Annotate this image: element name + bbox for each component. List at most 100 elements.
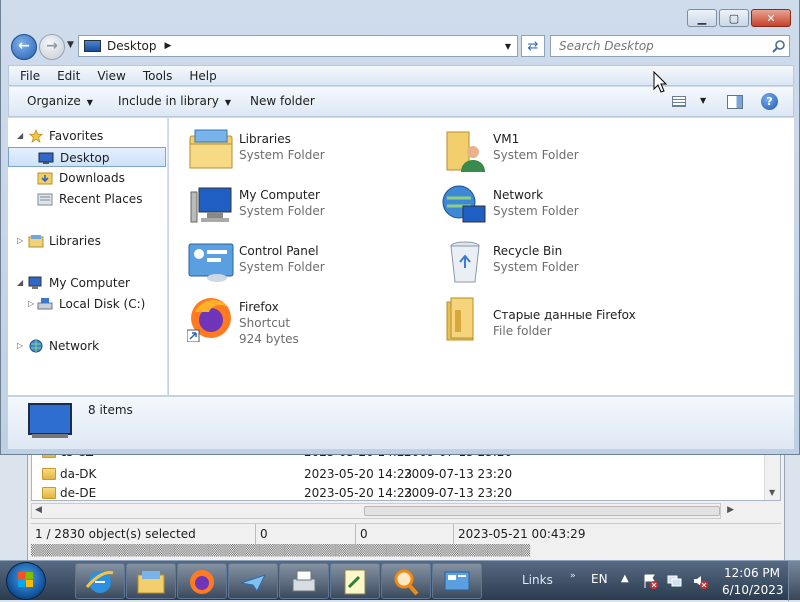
firefox-icon xyxy=(187,298,231,342)
close-button[interactable]: ✕ xyxy=(751,9,791,27)
show-desktop-button[interactable] xyxy=(788,561,800,601)
sidebar-item-favorites[interactable]: ◢ Favorites xyxy=(8,126,166,146)
fax-printer-icon xyxy=(292,570,316,592)
links-chevron-icon[interactable]: » xyxy=(570,571,576,581)
sidebar-item-libraries[interactable]: ▷ Libraries xyxy=(8,231,166,251)
back-button[interactable]: ← xyxy=(11,34,37,60)
new-folder-button[interactable]: New folder xyxy=(250,94,315,108)
command-bar: Organize ▼ Include in library ▼ New folder… xyxy=(8,87,794,117)
list-item[interactable]: Libraries System Folder xyxy=(187,126,427,178)
clock-time[interactable]: 12:06 PM xyxy=(724,566,780,580)
network-icon xyxy=(442,185,486,223)
language-indicator[interactable]: EN xyxy=(591,572,608,586)
taskbar-remote-desktop[interactable] xyxy=(432,563,482,599)
action-center-flag-icon[interactable] xyxy=(642,573,658,589)
menu-edit[interactable]: Edit xyxy=(46,69,86,83)
sidebar-item-network[interactable]: ▷ Network xyxy=(8,336,166,356)
archive-file-list[interactable]: cs-CZ 2023-05-20 14:23 2009-07-13 23:20 … xyxy=(31,449,781,501)
menu-tools[interactable]: Tools xyxy=(132,69,179,83)
navigation-pane: ◢ Favorites Desktop Downloads Recent Pla… xyxy=(8,118,168,395)
windows-logo-icon xyxy=(18,572,33,587)
taskbar-notepad-plus[interactable] xyxy=(330,563,380,599)
file-explorer-icon xyxy=(137,571,165,594)
help-icon[interactable]: ? xyxy=(761,93,778,110)
recent-pages-dropdown[interactable]: ▼ xyxy=(67,40,74,50)
taskbar-search-app[interactable] xyxy=(381,563,431,599)
sidebar-item-downloads[interactable]: Downloads xyxy=(8,168,166,188)
menu-file[interactable]: File xyxy=(9,69,46,83)
search-icon[interactable] xyxy=(771,39,787,55)
table-row[interactable]: da-DK 2023-05-20 14:23 2009-07-13 23:20 xyxy=(32,464,772,484)
minimize-button[interactable]: ▁ xyxy=(687,9,717,27)
sidebar-item-recent-places[interactable]: Recent Places xyxy=(8,189,166,209)
folder-icon xyxy=(42,487,56,499)
scroll-down-icon[interactable]: ▼ xyxy=(769,488,775,497)
folder-icon xyxy=(42,468,56,480)
chevron-down-icon: ▼ xyxy=(224,98,232,107)
list-item[interactable]: Старые данные Firefox File folder xyxy=(441,294,681,346)
expand-arrow-icon[interactable]: ▷ xyxy=(17,231,23,251)
address-text[interactable]: Desktop xyxy=(107,39,157,53)
volume-muted-icon[interactable] xyxy=(692,573,708,589)
details-pane: 8 items xyxy=(8,396,794,449)
desktop-icon xyxy=(84,40,101,52)
desktop-icon xyxy=(28,403,72,438)
computer-icon xyxy=(190,187,232,223)
recycle-bin-icon xyxy=(450,241,480,283)
list-item[interactable]: Network System Folder xyxy=(441,182,681,234)
chevron-down-icon: ▼ xyxy=(700,96,707,105)
scrollbar-thumb[interactable] xyxy=(364,506,720,516)
taskbar-firefox[interactable] xyxy=(177,563,227,599)
collapse-arrow-icon[interactable]: ◢ xyxy=(17,126,23,146)
forward-button[interactable]: → xyxy=(39,34,65,60)
organize-button[interactable]: Organize ▼ xyxy=(27,94,93,108)
include-in-library-button[interactable]: Include in library ▼ xyxy=(118,94,231,108)
window-controls: ▁ ▢ ✕ xyxy=(685,9,791,27)
vertical-scrollbar[interactable]: ▼ xyxy=(764,450,780,500)
archive-status-bar: 1 / 2830 object(s) selected 0 0 2023-05-… xyxy=(31,523,781,544)
background-window-edge: ▒▒▒▒▒▒▒▒▒▒▒▒▒▒▒▒▒▒▒▒▒▒▒▒▒▒▒▒▒▒▒▒▒▒▒▒▒▒▒▒… xyxy=(31,544,531,557)
expand-arrow-icon[interactable]: ▷ xyxy=(28,294,34,314)
maximize-button[interactable]: ▢ xyxy=(719,9,749,27)
desktop-icon xyxy=(38,152,54,164)
change-view-button[interactable]: ▼ xyxy=(672,94,710,110)
start-button[interactable] xyxy=(6,562,46,600)
table-row[interactable]: de-DE 2023-05-20 14:23 2009-07-13 23:20 xyxy=(32,483,772,500)
collapse-arrow-icon[interactable]: ◢ xyxy=(17,273,23,293)
list-item[interactable]: Control Panel System Folder xyxy=(187,238,427,290)
network-status-icon[interactable] xyxy=(667,573,683,589)
horizontal-scrollbar[interactable]: ◀ ▶ xyxy=(31,503,734,519)
sidebar-item-my-computer[interactable]: ◢ My Computer xyxy=(8,273,166,293)
address-dropdown-icon[interactable]: ▼ xyxy=(505,42,511,51)
preview-pane-button[interactable] xyxy=(727,95,743,109)
menu-bar: File Edit View Tools Help xyxy=(8,65,794,86)
clock-date[interactable]: 6/10/2023 xyxy=(722,583,784,597)
status-size: 0 xyxy=(255,524,268,544)
menu-help[interactable]: Help xyxy=(178,69,222,83)
scroll-right-icon[interactable]: ▶ xyxy=(727,505,734,515)
refresh-button[interactable]: ⇄ xyxy=(521,35,545,57)
list-item[interactable]: VM1 System Folder xyxy=(441,126,681,178)
taskbar-internet-explorer[interactable] xyxy=(75,563,125,599)
list-item[interactable]: My Computer System Folder xyxy=(187,182,427,234)
internet-explorer-icon xyxy=(85,571,114,593)
taskbar-file-explorer[interactable] xyxy=(126,563,176,599)
address-bar[interactable]: Desktop ▶ ▼ xyxy=(78,35,518,57)
sidebar-item-local-disk[interactable]: ▷ Local Disk (C:) xyxy=(8,294,166,314)
menu-view[interactable]: View xyxy=(86,69,131,83)
list-item[interactable]: Firefox Shortcut 924 bytes xyxy=(187,294,427,346)
breadcrumb-chevron-icon[interactable]: ▶ xyxy=(165,41,172,51)
taskbar-fax-scan[interactable] xyxy=(279,563,329,599)
links-toolbar[interactable]: Links xyxy=(522,573,553,587)
scroll-left-icon[interactable]: ◀ xyxy=(35,505,42,515)
list-item[interactable]: Recycle Bin System Folder xyxy=(441,238,681,290)
user-folder-icon xyxy=(446,131,485,172)
search-input[interactable] xyxy=(550,35,790,57)
taskbar: Links » EN ▲ 12:06 PM 6/10/2023 xyxy=(0,560,800,601)
item-count: 8 items xyxy=(88,403,133,417)
show-hidden-icons-icon[interactable]: ▲ xyxy=(621,573,629,584)
taskbar-mail-app[interactable] xyxy=(228,563,278,599)
expand-arrow-icon[interactable]: ▷ xyxy=(17,336,23,356)
status-selected: 1 / 2830 object(s) selected xyxy=(35,527,196,541)
sidebar-item-desktop[interactable]: Desktop xyxy=(8,147,166,167)
